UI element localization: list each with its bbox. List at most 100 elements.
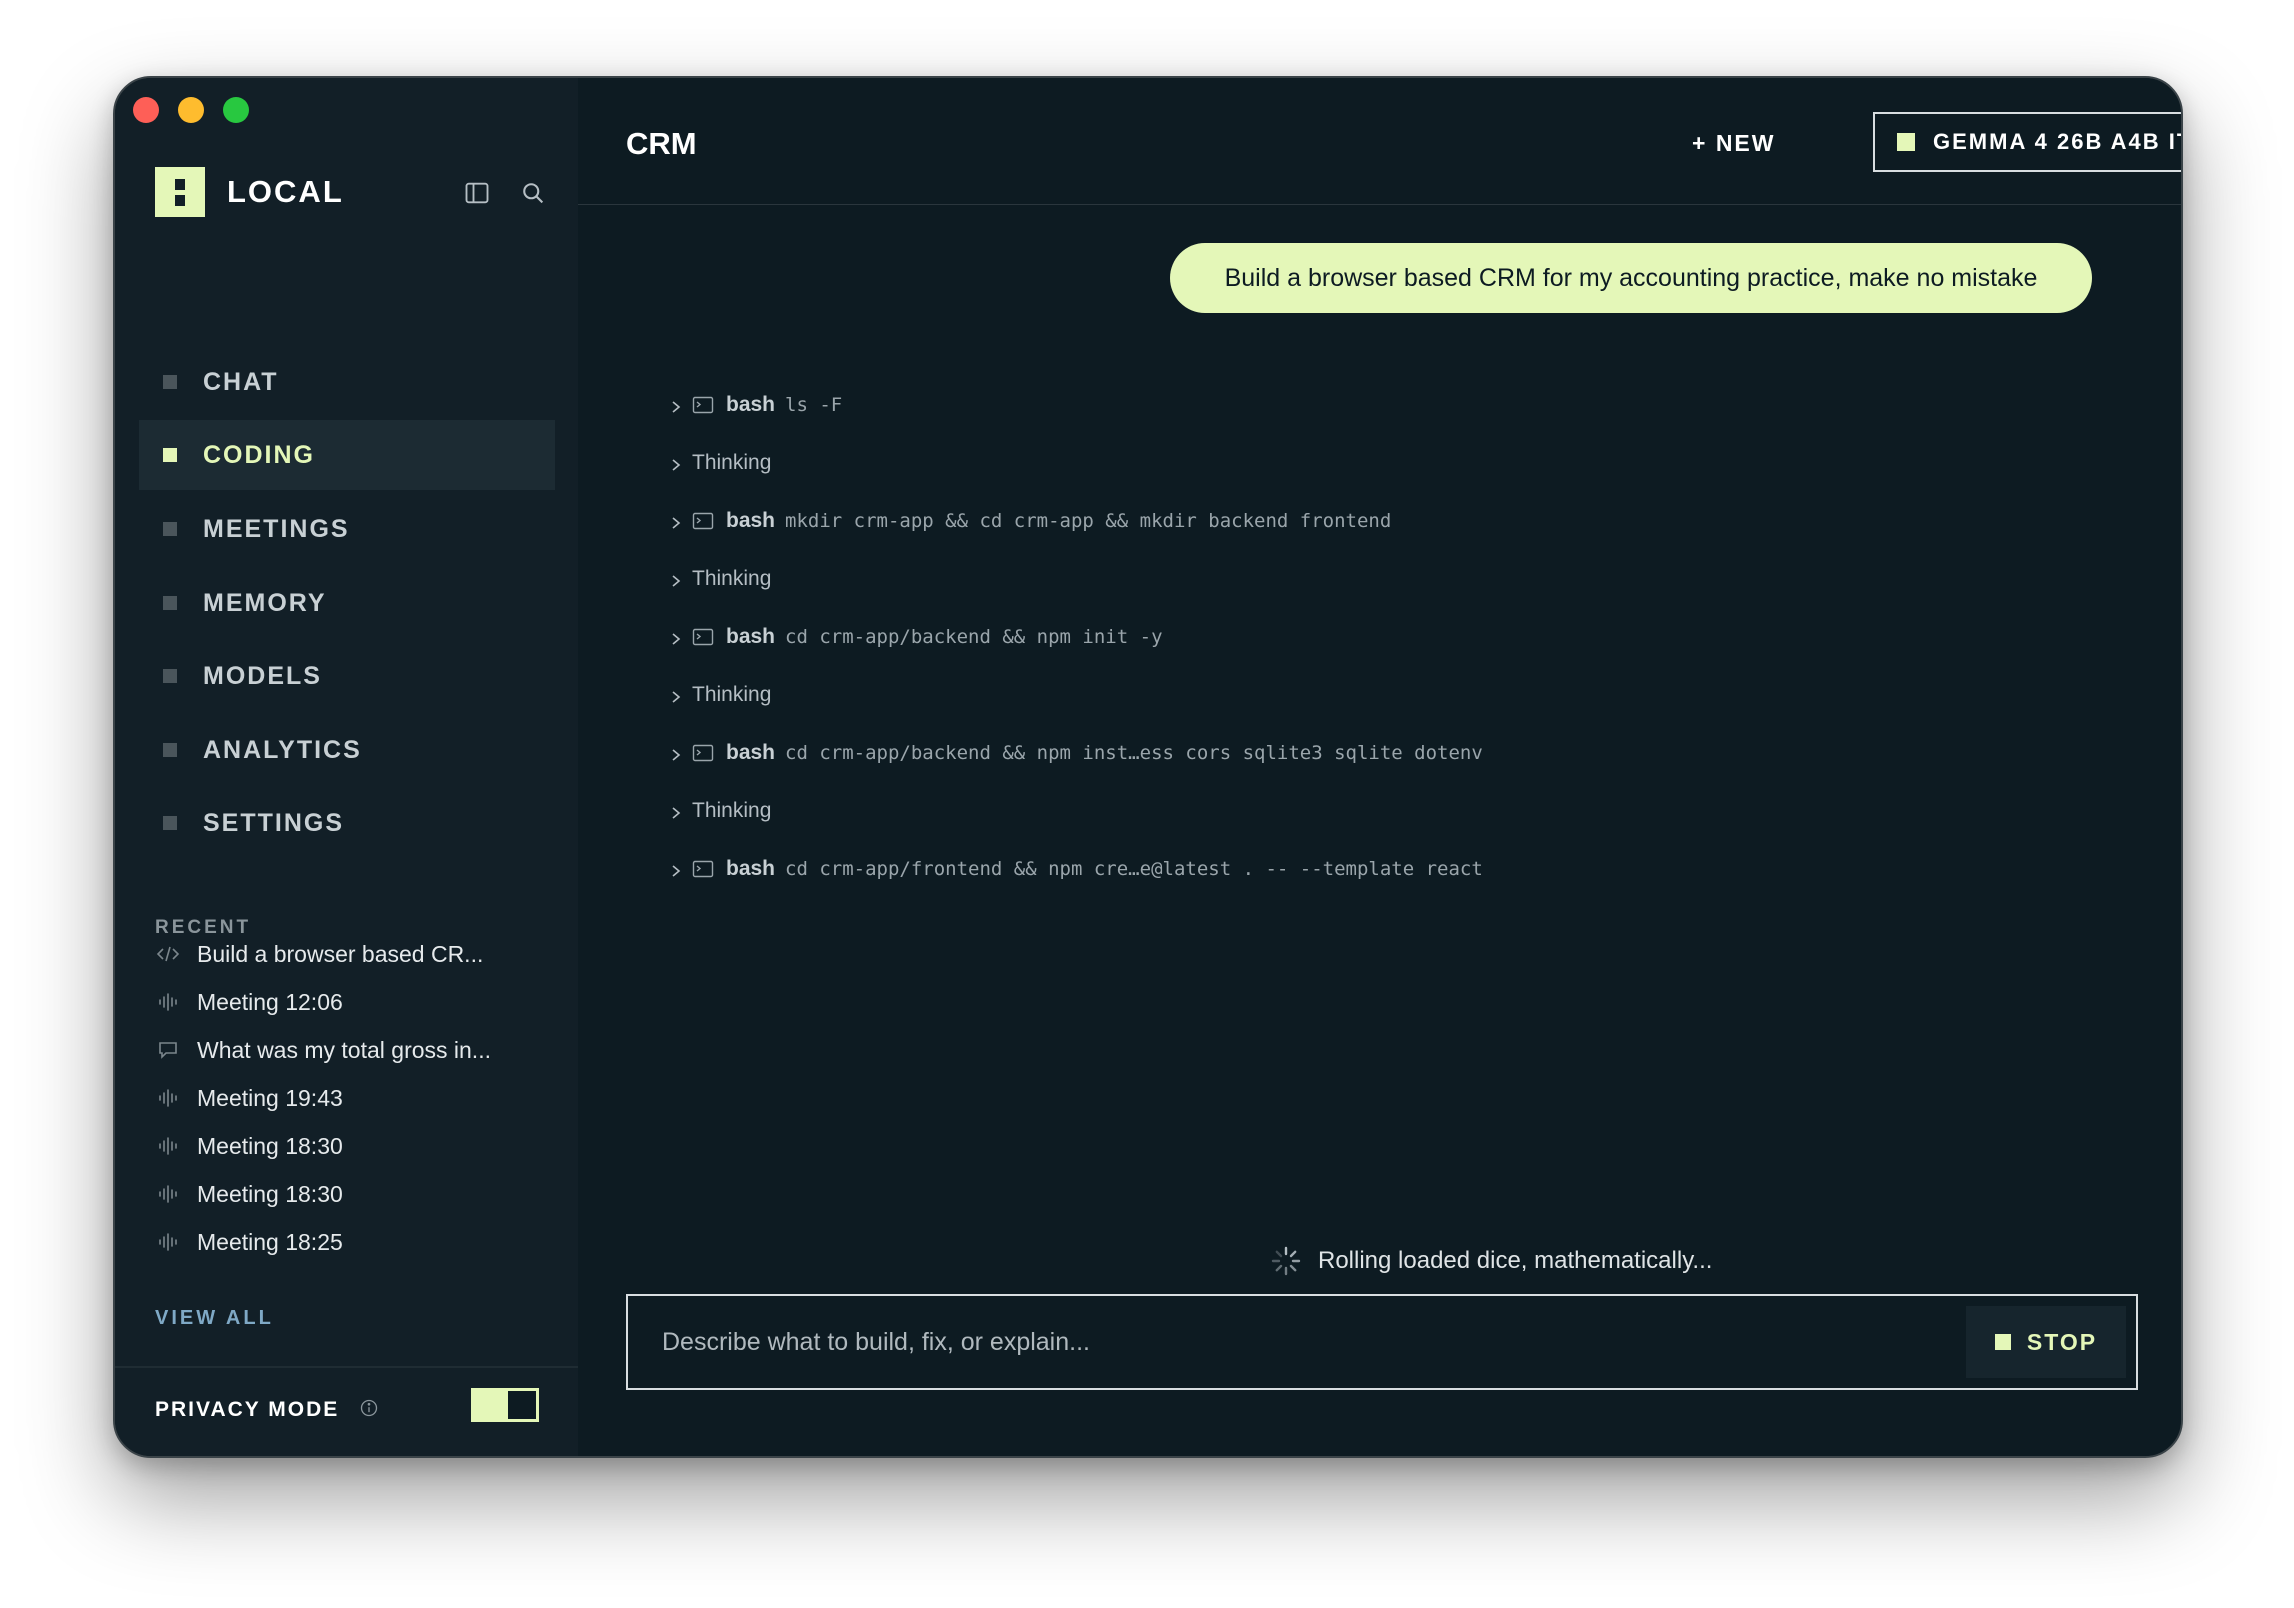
nav-item-meetings[interactable]: MEETINGS xyxy=(139,494,555,564)
toggle-knob xyxy=(508,1391,536,1419)
recent-item[interactable]: Meeting 18:30 xyxy=(155,1126,343,1166)
code-icon xyxy=(155,943,181,965)
step-command: ls -F xyxy=(785,394,843,416)
brand: LOCAL xyxy=(155,167,344,217)
bash-step[interactable]: bash cd crm-app/backend && npm init -y xyxy=(668,620,1163,654)
status-indicator: Rolling loaded dice, mathematically... xyxy=(1270,1245,1712,1277)
chevron-right-icon xyxy=(668,687,684,703)
page-title: CRM xyxy=(626,126,697,161)
step-command: cd crm-app/frontend && npm cre…e@latest … xyxy=(785,858,1483,880)
divider xyxy=(115,1366,578,1368)
nav-item-label: MEETINGS xyxy=(203,514,350,543)
thinking-step[interactable]: Thinking xyxy=(668,678,771,712)
recent-item[interactable]: Meeting 18:25 xyxy=(155,1222,343,1262)
recent-item-label: Meeting 18:30 xyxy=(197,1132,343,1159)
recent-item-label: What was my total gross in... xyxy=(197,1036,491,1063)
nav-item-chat[interactable]: CHAT xyxy=(139,347,555,417)
thinking-label: Thinking xyxy=(692,451,772,474)
nav-item-label: MODELS xyxy=(203,661,322,690)
sidebar: LOCAL CHAT CODING MEETINGS MEMORY MODELS ANAL… xyxy=(115,78,578,1456)
nav-item-settings[interactable]: SETTINGS xyxy=(139,788,555,858)
stop-icon xyxy=(1994,1334,2011,1350)
composer: STOP xyxy=(626,1294,2138,1390)
stop-button[interactable]: STOP xyxy=(1966,1306,2126,1378)
model-selector[interactable]: GEMMA 4 26B A4B IT xyxy=(1873,112,2183,172)
terminal-icon xyxy=(692,396,714,414)
privacy-mode-toggle[interactable] xyxy=(471,1388,539,1422)
nav-item-label: CHAT xyxy=(203,367,279,396)
recent-item-label: Meeting 18:25 xyxy=(197,1228,343,1255)
maximize-window-button[interactable] xyxy=(223,97,249,123)
user-message-bubble: Build a browser based CRM for my account… xyxy=(1170,243,2092,313)
step-keyword: bash xyxy=(726,625,776,648)
nav-square-icon xyxy=(163,816,177,830)
waveform-icon xyxy=(155,1231,181,1253)
step-command: mkdir crm-app && cd crm-app && mkdir bac… xyxy=(785,510,1392,532)
recent-item-label: Meeting 12:06 xyxy=(197,988,343,1015)
waveform-icon xyxy=(155,1183,181,1205)
nav-square-icon xyxy=(163,522,177,536)
thinking-step[interactable]: Thinking xyxy=(668,794,771,828)
bash-step[interactable]: bash cd crm-app/frontend && npm cre…e@lat… xyxy=(668,852,1483,886)
thinking-label: Thinking xyxy=(692,567,772,590)
waveform-icon xyxy=(155,1087,181,1109)
info-icon[interactable] xyxy=(359,1398,379,1418)
chevron-right-icon xyxy=(668,629,684,645)
bash-step[interactable]: bash cd crm-app/backend && npm inst…ess c… xyxy=(668,736,1483,770)
main-panel: CRM + NEW GEMMA 4 26B A4B IT Build a bro… xyxy=(578,78,2181,1456)
thinking-step[interactable]: Thinking xyxy=(668,446,771,480)
sidebar-toggle-icon[interactable] xyxy=(463,179,491,207)
step-keyword: bash xyxy=(726,857,776,880)
thinking-label: Thinking xyxy=(692,683,772,706)
nav-item-label: ANALYTICS xyxy=(203,735,362,764)
thinking-step[interactable]: Thinking xyxy=(668,562,771,596)
nav-item-label: CODING xyxy=(203,440,315,469)
recent-item[interactable]: Meeting 19:43 xyxy=(155,1078,343,1118)
recent-item-label: Meeting 19:43 xyxy=(197,1084,343,1111)
nav-item-label: SETTINGS xyxy=(203,808,345,837)
bash-step[interactable]: bash mkdir crm-app && cd crm-app && mkdir… xyxy=(668,504,1391,538)
waveform-icon xyxy=(155,1135,181,1157)
minimize-window-button[interactable] xyxy=(178,97,204,123)
recent-item-label: Meeting 18:30 xyxy=(197,1180,343,1207)
close-window-button[interactable] xyxy=(133,97,159,123)
recent-item[interactable]: Meeting 18:30 xyxy=(155,1174,343,1214)
new-button[interactable]: + NEW xyxy=(1692,130,1775,157)
step-keyword: bash xyxy=(726,509,776,532)
stop-label: STOP xyxy=(2026,1328,2098,1355)
terminal-icon xyxy=(692,860,714,878)
recent-item[interactable]: Build a browser based CR... xyxy=(155,934,483,974)
terminal-icon xyxy=(692,628,714,646)
step-keyword: bash xyxy=(726,741,776,764)
spinner-icon xyxy=(1271,1246,1301,1276)
recent-item[interactable]: What was my total gross in... xyxy=(155,1030,491,1070)
nav-item-memory[interactable]: MEMORY xyxy=(139,568,555,638)
waveform-icon xyxy=(155,991,181,1013)
chevron-right-icon xyxy=(668,803,684,819)
chevron-right-icon xyxy=(668,455,684,471)
app-window: LOCAL CHAT CODING MEETINGS MEMORY MODELS ANAL… xyxy=(113,76,2183,1458)
nav-square-icon xyxy=(163,743,177,757)
nav-item-analytics[interactable]: ANALYTICS xyxy=(139,715,555,785)
nav-item-coding[interactable]: CODING xyxy=(139,420,555,490)
nav-item-label: MEMORY xyxy=(203,588,327,617)
prompt-input[interactable] xyxy=(628,1295,1966,1389)
search-icon[interactable] xyxy=(519,179,547,207)
nav-square-icon xyxy=(163,596,177,610)
status-text: Rolling loaded dice, mathematically... xyxy=(1318,1247,1713,1274)
chevron-right-icon xyxy=(668,397,684,413)
terminal-icon xyxy=(692,512,714,530)
recent-item-label: Build a browser based CR... xyxy=(197,940,484,967)
brand-name: LOCAL xyxy=(227,174,344,209)
nav-square-icon xyxy=(163,375,177,389)
bash-step[interactable]: bash ls -F xyxy=(668,388,842,422)
logo-icon xyxy=(155,167,205,217)
model-label: GEMMA 4 26B A4B IT xyxy=(1933,129,2183,154)
recent-item[interactable]: Meeting 12:06 xyxy=(155,982,343,1022)
nav-square-icon xyxy=(163,448,177,462)
privacy-mode-label: PRIVACY MODE xyxy=(155,1398,340,1421)
nav-item-models[interactable]: MODELS xyxy=(139,641,555,711)
view-all-link[interactable]: VIEW ALL xyxy=(155,1307,274,1330)
chevron-right-icon xyxy=(668,571,684,587)
terminal-icon xyxy=(692,744,714,762)
